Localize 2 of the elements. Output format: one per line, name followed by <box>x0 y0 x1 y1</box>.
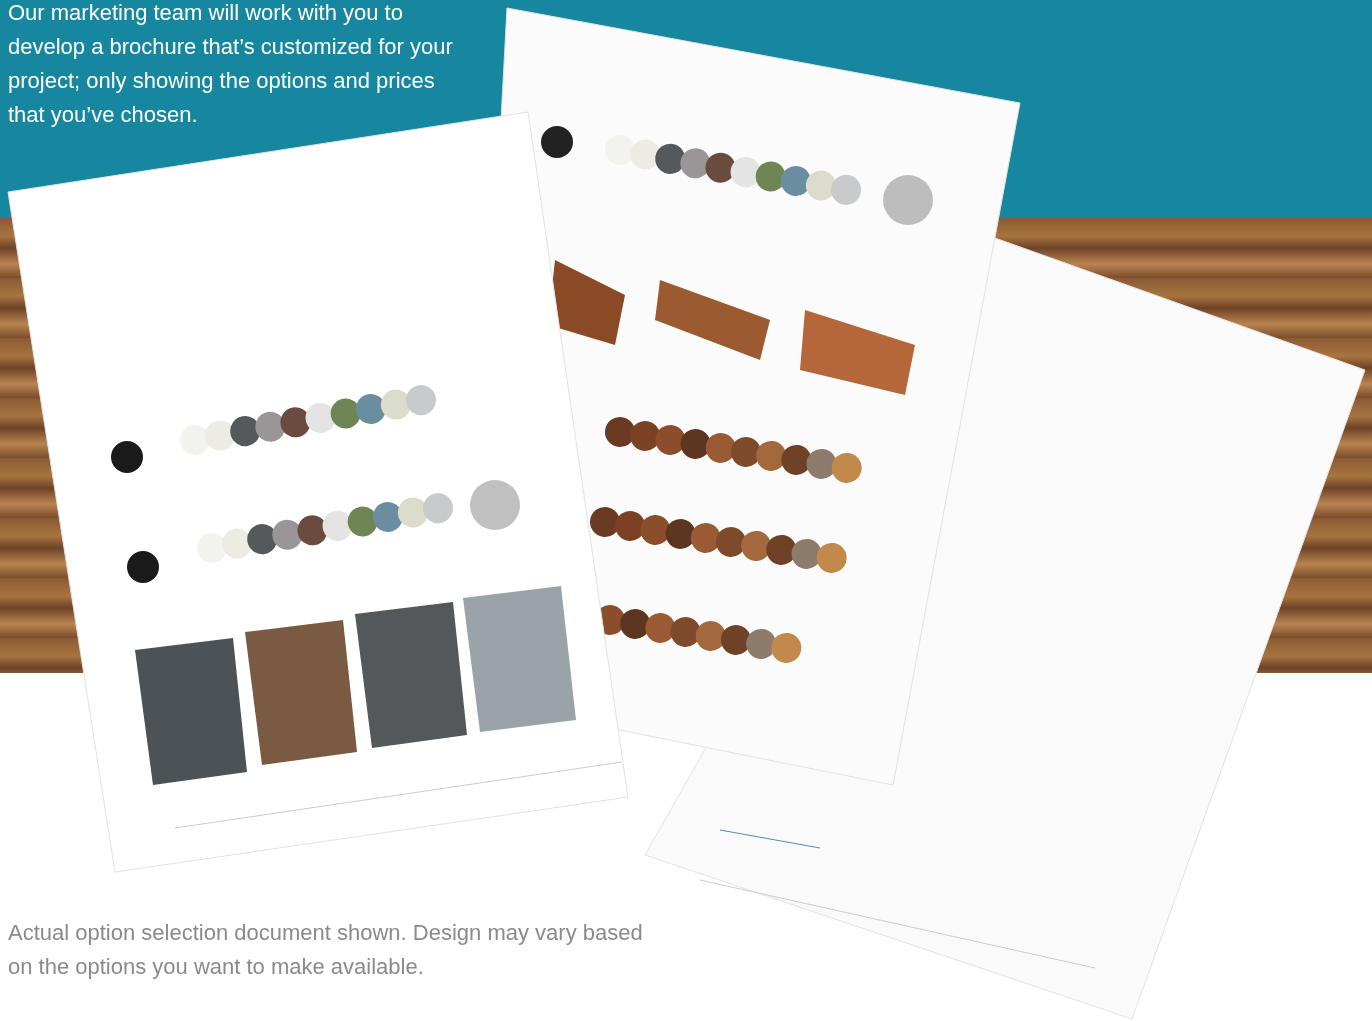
intro-text: Our marketing team will work with you to develop a brochure that’s customized for your project; only showing the options and prices that you’ve chosen. <box>8 0 454 129</box>
caption-text: Actual option selection document shown. Design may vary based on the options you want to make available. <box>8 919 644 981</box>
